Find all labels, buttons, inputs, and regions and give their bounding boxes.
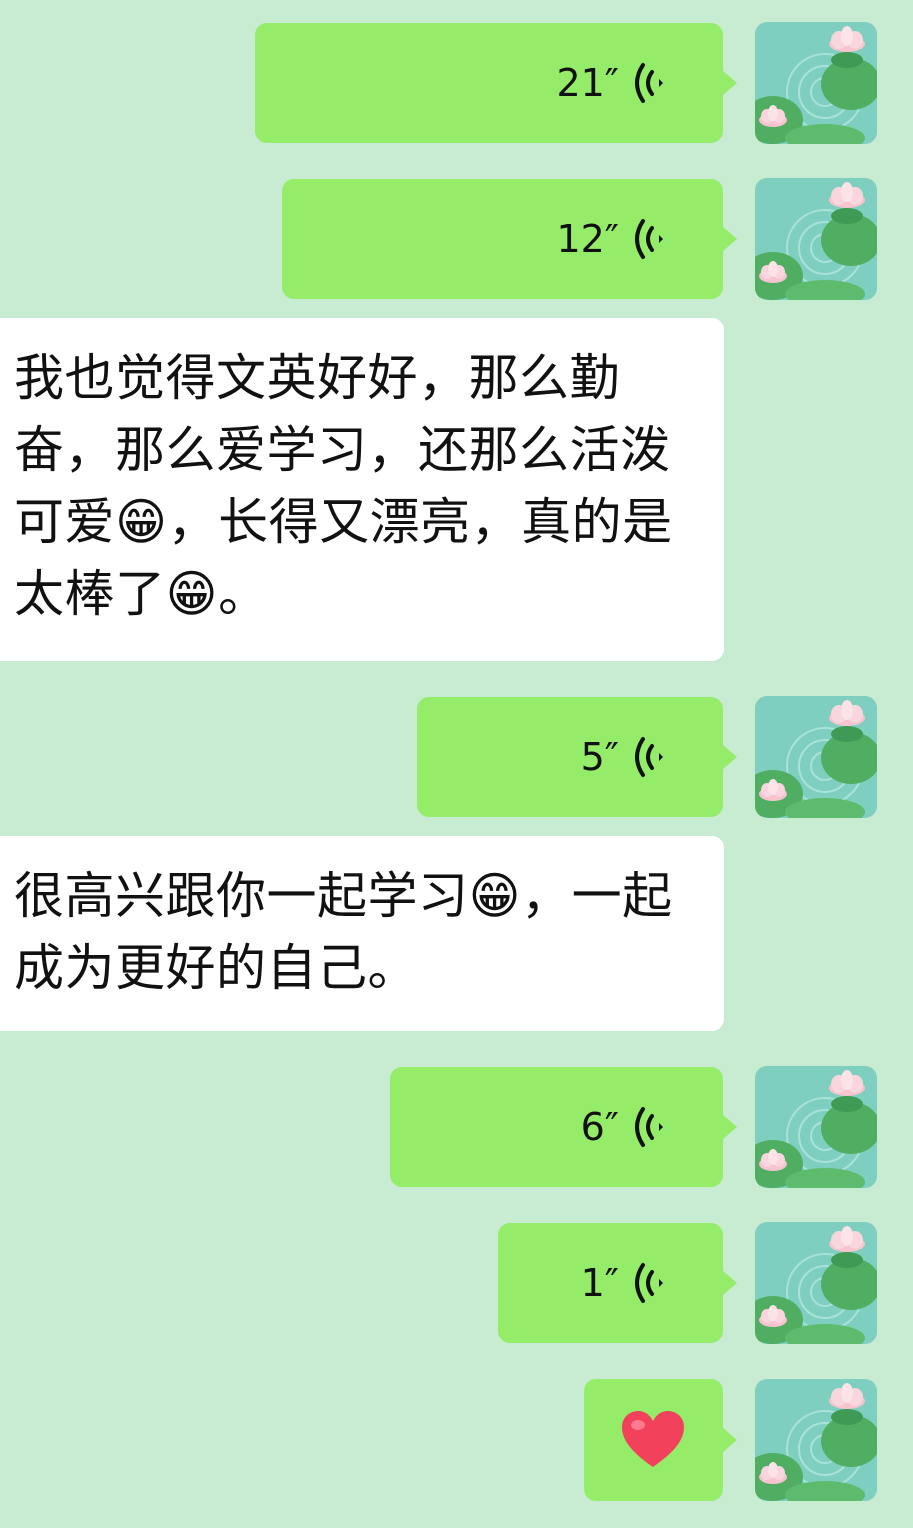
voice-message-bubble[interactable]: 5″ (417, 697, 737, 817)
voice-duration: 12″ (556, 217, 619, 261)
lotus-pond-avatar-icon (755, 22, 877, 144)
message-row: 1″ (0, 1222, 913, 1344)
voice-duration: 6″ (580, 1105, 619, 1149)
avatar[interactable] (755, 178, 877, 300)
voice-message-bubble[interactable]: 21″ (255, 23, 737, 143)
avatar[interactable] (755, 1066, 877, 1188)
message-row: 21″ (0, 22, 913, 144)
voice-duration: 1″ (580, 1261, 619, 1305)
voice-duration: 21″ (556, 61, 619, 105)
voice-wave-icon (629, 1105, 669, 1149)
voice-wave-icon (629, 735, 669, 779)
red-heart-icon (622, 1411, 684, 1467)
text-message-bubble[interactable]: 很高兴跟你一起学习😁，一起成为更好的自己。 (0, 836, 724, 1031)
message-row (0, 1378, 913, 1502)
avatar[interactable] (755, 22, 877, 144)
message-row: 5″ (0, 696, 913, 818)
lotus-pond-avatar-icon (755, 1066, 877, 1188)
lotus-pond-avatar-icon (755, 1222, 877, 1344)
voice-wave-icon (629, 61, 669, 105)
avatar[interactable] (755, 1222, 877, 1344)
avatar[interactable] (755, 1379, 877, 1501)
voice-wave-icon (629, 1261, 669, 1305)
chat-area: 21″ 12″ 我也觉得文英好好，那么勤奋，那么爱学习，还那么活泼可爱😁，长得又… (0, 0, 913, 1528)
avatar[interactable] (755, 696, 877, 818)
voice-duration: 5″ (580, 735, 619, 779)
voice-wave-icon (629, 217, 669, 261)
message-text: 很高兴跟你一起学习😁，一起成为更好的自己。 (14, 867, 673, 997)
voice-message-bubble[interactable]: 6″ (390, 1067, 737, 1187)
voice-message-bubble[interactable]: 1″ (498, 1223, 737, 1343)
lotus-pond-avatar-icon (755, 1379, 877, 1501)
text-message-bubble[interactable]: 我也觉得文英好好，那么勤奋，那么爱学习，还那么活泼可爱😁，长得又漂亮，真的是太棒… (0, 318, 724, 661)
lotus-pond-avatar-icon (755, 696, 877, 818)
message-row: 12″ (0, 178, 913, 300)
message-row: 6″ (0, 1066, 913, 1188)
voice-message-bubble[interactable]: 12″ (282, 179, 737, 299)
lotus-pond-avatar-icon (755, 178, 877, 300)
sticker-message-bubble[interactable] (584, 1379, 737, 1501)
message-text: 我也觉得文英好好，那么勤奋，那么爱学习，还那么活泼可爱😁，长得又漂亮，真的是太棒… (14, 349, 673, 623)
